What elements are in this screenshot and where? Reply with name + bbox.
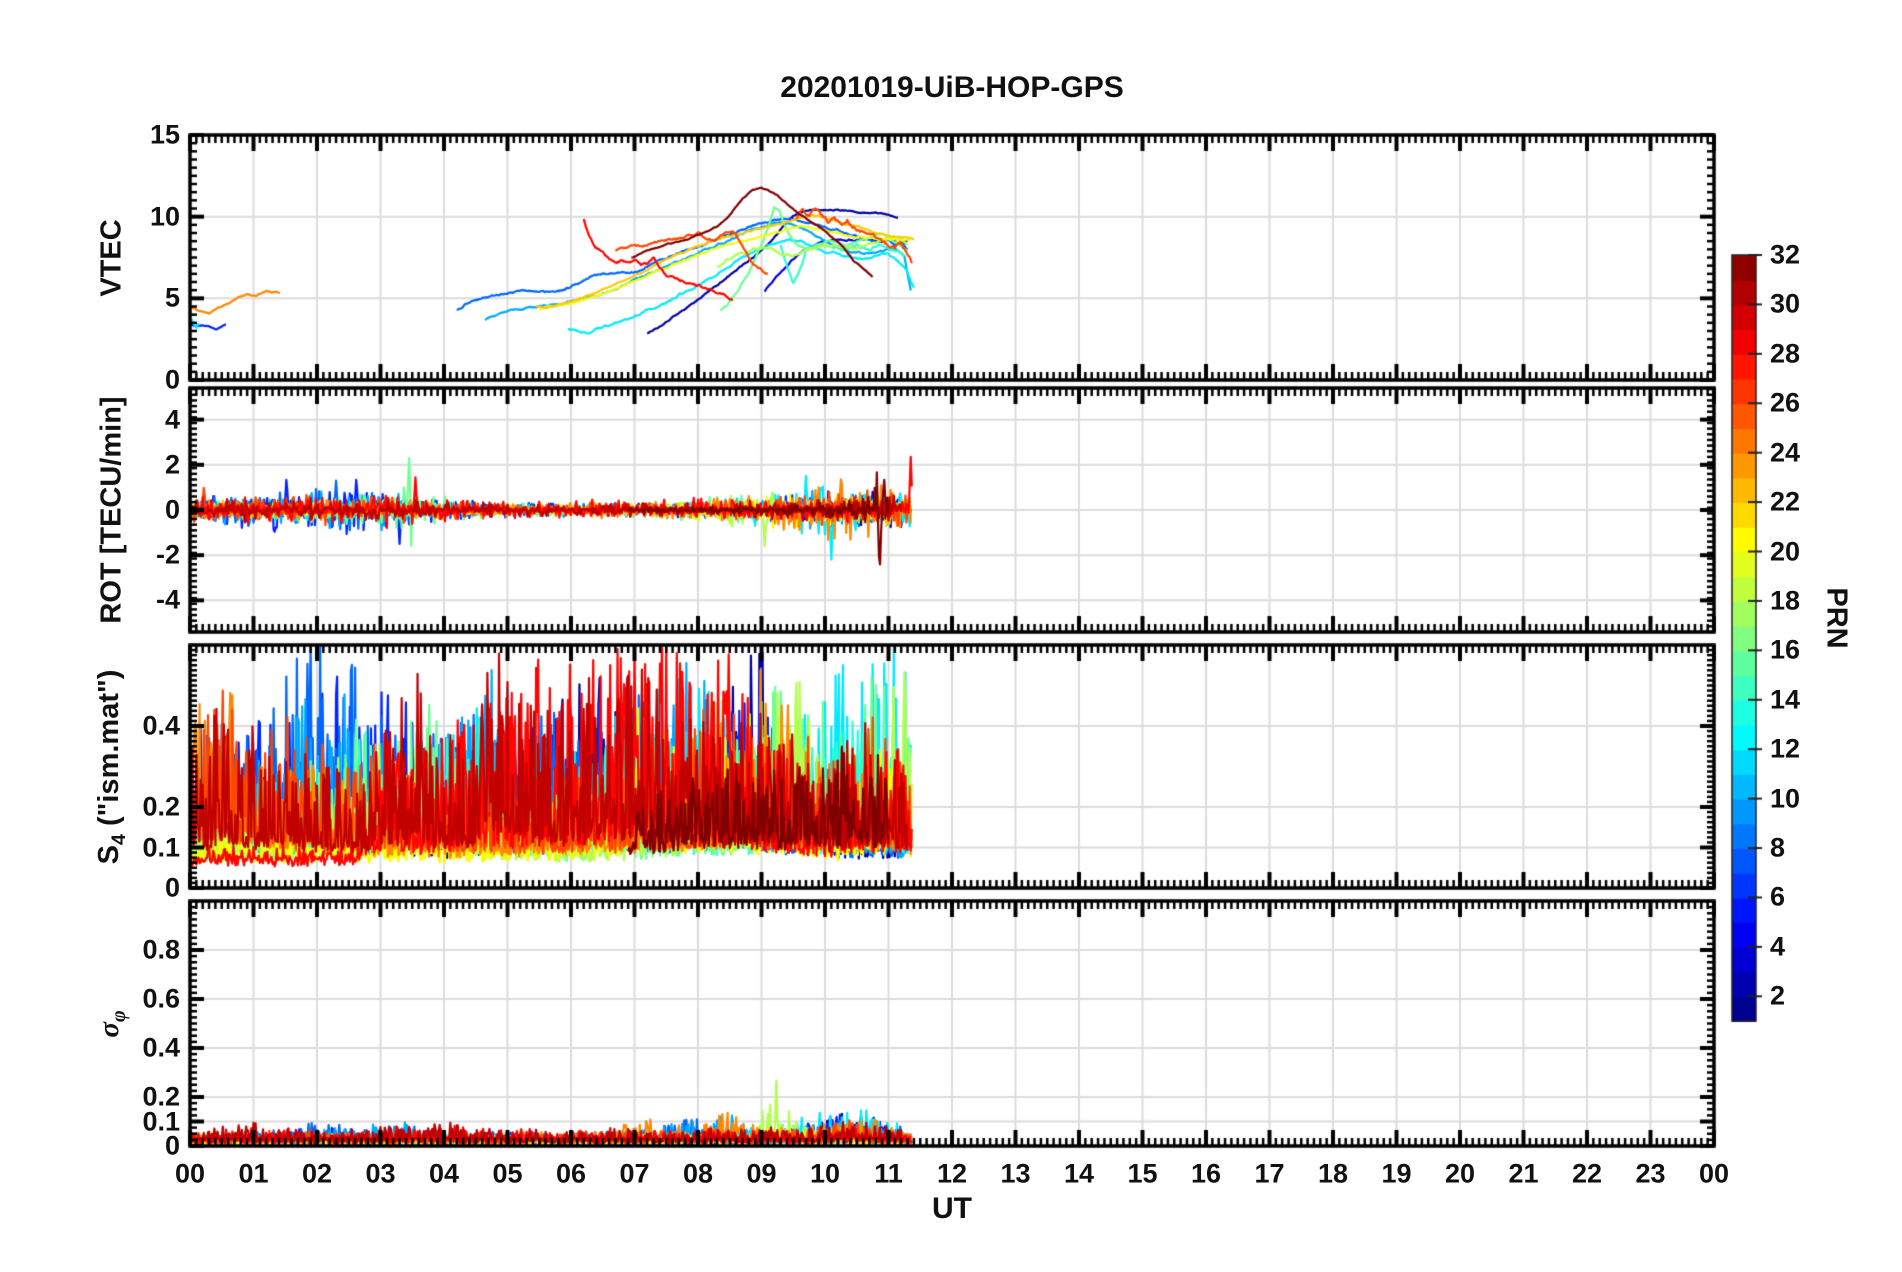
x-tick-label: 02 [301,1158,333,1189]
x-tick-label: 07 [619,1158,650,1189]
x-tick-label: 00 [1698,1158,1730,1189]
y-tick-label: 15 [149,119,180,150]
x-tick-label: 17 [1254,1158,1285,1189]
x-tick-label: 03 [365,1158,396,1189]
y-tick-label: 0 [164,872,180,903]
colorbar-tick-label: 14 [1770,684,1801,715]
y-tick-label: 4 [164,404,180,435]
x-tick-label: 14 [1063,1158,1095,1189]
y-tick-label: -4 [155,584,180,615]
colorbar-tick-label: 26 [1770,387,1801,418]
colorbar-tick-label: 20 [1770,536,1801,567]
colorbar-tick-label: 32 [1770,239,1801,270]
colorbar-tick-label: 10 [1770,783,1801,814]
x-tick-label: 18 [1317,1158,1349,1189]
colorbar-tick-label: 2 [1770,980,1786,1011]
y-tick-label: -2 [155,539,180,570]
y-tick-label: 0.4 [142,710,180,741]
colorbar-tick-label: 6 [1770,881,1786,912]
figure: 20201019-UiB-HOP-GPS UT PRN 00 01 02 03 04 05… [0,0,1902,1272]
x-tick-label: 05 [492,1158,523,1189]
x-tick-label: 16 [1190,1158,1222,1189]
x-tick-label: 13 [1000,1158,1031,1189]
x-tick-label: 06 [555,1158,587,1189]
x-axis-label: UT [932,1192,972,1225]
y-tick-label: 0.6 [142,983,180,1014]
colorbar-tick-label: 22 [1770,486,1801,517]
y-axis-label-s4: S4 ("ism.mat") [93,669,130,864]
colorbar-tick-label: 18 [1770,585,1801,616]
x-tick-label: 01 [238,1158,269,1189]
y-tick-label: 0.2 [142,1081,180,1112]
x-tick-label: 11 [874,1158,903,1189]
x-tick-label: 09 [746,1158,777,1189]
y-tick-label: 0.2 [142,791,180,822]
colorbar-tick-label: 30 [1770,288,1801,319]
x-tick-label: 08 [682,1158,714,1189]
y-tick-label: 0.1 [142,832,180,862]
y-tick-label: 0.4 [142,1032,180,1063]
y-tick-label: 0 [164,494,180,525]
colorbar-tick-label: 4 [1770,931,1786,962]
x-tick-label: 22 [1571,1158,1603,1189]
x-tick-label: 04 [428,1158,460,1189]
colorbar-tick-label: 28 [1770,338,1801,369]
x-tick-label: 00 [174,1158,206,1189]
y-tick-label: 0.8 [142,934,180,965]
colorbar-tick-label: 16 [1770,634,1801,665]
chart-canvas [0,0,1902,1272]
y-axis-label-rot: ROT [TECU/min] [95,396,128,624]
y-tick-label: 2 [164,449,180,480]
x-tick-label: 15 [1127,1158,1158,1189]
y-tick-label: 0 [164,364,180,395]
y-tick-label: 5 [164,282,180,313]
colorbar-tick-label: 8 [1770,832,1786,863]
x-tick-label: 21 [1508,1158,1539,1189]
colorbar-tick-label: 24 [1770,437,1801,468]
y-axis-label-vtec: VTEC [95,218,128,297]
x-tick-label: 12 [936,1158,968,1189]
x-tick-label: 20 [1444,1158,1476,1189]
x-tick-label: 10 [809,1158,841,1189]
colorbar-tick-label: 12 [1770,733,1801,764]
x-tick-label: 19 [1381,1158,1412,1189]
chart-title: 20201019-UiB-HOP-GPS [780,71,1124,104]
y-axis-label-sigma-phi: σφ [93,1009,130,1038]
x-tick-label: 23 [1635,1158,1666,1189]
y-tick-label: 10 [149,201,180,232]
colorbar-label: PRN [1820,587,1853,649]
